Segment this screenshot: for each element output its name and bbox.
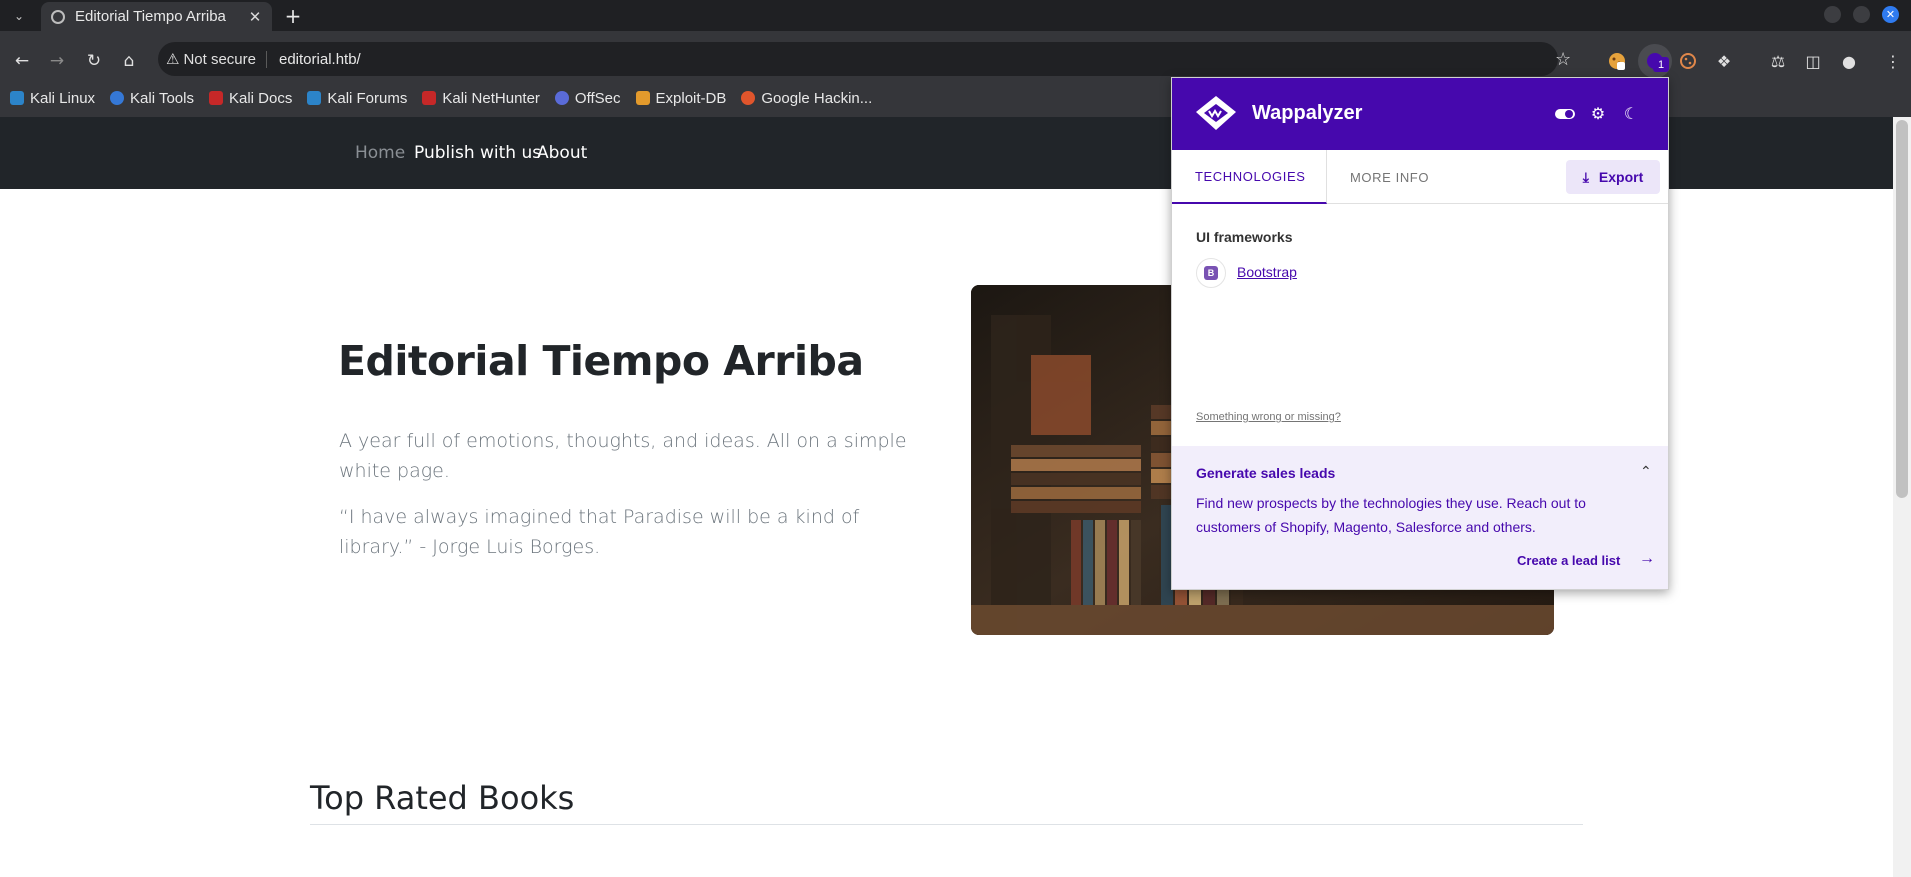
wappalyzer-header: Wappalyzer ⚙ ☾ <box>1172 78 1668 150</box>
sales-leads-title[interactable]: Generate sales leads <box>1196 465 1335 481</box>
maximize-button[interactable] <box>1853 6 1870 23</box>
bootstrap-icon: B <box>1196 258 1226 288</box>
profile-icon[interactable]: ● <box>1836 48 1862 74</box>
tab-close-icon[interactable]: ✕ <box>244 6 266 28</box>
nethunter-icon <box>422 91 437 105</box>
tab-technologies[interactable]: TECHNOLOGIES <box>1172 150 1327 204</box>
offsec-icon <box>554 91 569 105</box>
sales-leads-panel: Generate sales leads ⌃ Find new prospect… <box>1172 446 1668 589</box>
url-text[interactable]: editorial.htb/ <box>279 51 361 68</box>
cookie-icon[interactable] <box>1675 48 1701 74</box>
bootstrap-link[interactable]: Bootstrap <box>1237 264 1297 280</box>
forward-arrow-icon[interactable]: → <box>45 49 69 73</box>
kali-forums-icon <box>307 91 322 105</box>
warning-triangle-icon[interactable]: ⚠ <box>166 50 179 68</box>
page-scrollbar[interactable] <box>1893 117 1911 877</box>
chevron-up-icon[interactable]: ⌃ <box>1640 463 1652 480</box>
cookie-extension-icon[interactable] <box>1604 48 1630 74</box>
menu-kebab-icon[interactable]: ⋮ <box>1880 48 1906 74</box>
wappalyzer-logo-icon <box>1194 94 1238 134</box>
tab-title: Editorial Tiempo Arriba <box>75 8 226 25</box>
exploit-db-icon <box>635 91 650 105</box>
something-wrong-link[interactable]: Something wrong or missing? <box>1196 411 1341 423</box>
scrollbar-thumb[interactable] <box>1896 120 1908 498</box>
bookmark-kali-docs[interactable]: Kali Docs <box>208 90 292 107</box>
section-divider <box>310 824 1583 825</box>
new-tab-plus-icon[interactable]: + <box>282 4 304 28</box>
kali-docs-icon <box>208 91 223 105</box>
category-heading: UI frameworks <box>1196 229 1293 245</box>
bookmark-star-icon[interactable]: ☆ <box>1555 49 1571 70</box>
tab-search-chevron-icon[interactable]: ⌄ <box>8 5 30 27</box>
side-panel-icon[interactable]: ◫ <box>1800 48 1826 74</box>
export-button[interactable]: ⤓ Export <box>1566 160 1660 194</box>
bookmark-kali-forums[interactable]: Kali Forums <box>307 90 407 107</box>
bookmark-exploit-db[interactable]: Exploit-DB <box>635 90 726 107</box>
security-label[interactable]: Not secure <box>183 50 267 68</box>
nav-home-link[interactable]: Home <box>355 143 405 163</box>
tab-more-info[interactable]: MORE INFO <box>1350 150 1429 204</box>
bookmark-google-hacking[interactable]: Google Hackin... <box>741 90 872 107</box>
kali-dragon-icon <box>10 91 24 105</box>
arrow-right-icon[interactable]: → <box>1639 550 1655 568</box>
google-hacking-icon <box>741 91 756 105</box>
kali-tools-icon <box>110 91 125 105</box>
home-icon[interactable]: ⌂ <box>117 49 141 73</box>
tab-strip: ⌄ Editorial Tiempo Arriba ✕ + ✕ <box>0 0 1911 31</box>
nav-about-link[interactable]: About <box>537 143 587 163</box>
minimize-button[interactable] <box>1824 6 1841 23</box>
extension-badge: 1 <box>1653 57 1669 72</box>
hero-title: Editorial Tiempo Arriba <box>338 337 864 385</box>
bookmark-offsec[interactable]: OffSec <box>554 90 621 107</box>
globe-icon <box>51 9 65 24</box>
top-rated-books-heading: Top Rated Books <box>310 779 575 817</box>
labs-flask-icon[interactable]: ⚖ <box>1765 48 1791 74</box>
create-lead-list-link[interactable]: Create a lead list <box>1517 553 1620 568</box>
dark-mode-moon-icon[interactable]: ☾ <box>1619 102 1643 126</box>
reload-icon[interactable]: ↻ <box>82 49 106 73</box>
bookmark-kali-nethunter[interactable]: Kali NetHunter <box>422 90 540 107</box>
bookmark-kali-tools[interactable]: Kali Tools <box>110 90 194 107</box>
nav-publish-link[interactable]: Publish with us <box>414 143 541 163</box>
toggle-switch-icon[interactable] <box>1553 102 1577 126</box>
extensions-puzzle-icon[interactable]: ❖ <box>1711 48 1737 74</box>
settings-gear-icon[interactable]: ⚙ <box>1586 102 1610 126</box>
browser-tab[interactable]: Editorial Tiempo Arriba ✕ <box>41 2 272 31</box>
hero-lead-text: A year full of emotions, thoughts, and i… <box>339 430 907 482</box>
bookmark-kali-linux[interactable]: Kali Linux <box>10 90 95 107</box>
address-bar[interactable]: ⚠ Not secure editorial.htb/ <box>158 42 1558 76</box>
window-close-button[interactable]: ✕ <box>1882 6 1899 23</box>
wappalyzer-popup: Wappalyzer ⚙ ☾ TECHNOLOGIES MORE INFO ⤓ … <box>1171 77 1669 590</box>
hero-quote-text: “I have always imagined that Paradise wi… <box>339 506 860 558</box>
sales-leads-description: Find new prospects by the technologies t… <box>1196 495 1586 535</box>
download-icon: ⤓ <box>1582 168 1589 185</box>
back-arrow-icon[interactable]: ← <box>10 49 34 73</box>
wappalyzer-title: Wappalyzer <box>1252 102 1363 124</box>
